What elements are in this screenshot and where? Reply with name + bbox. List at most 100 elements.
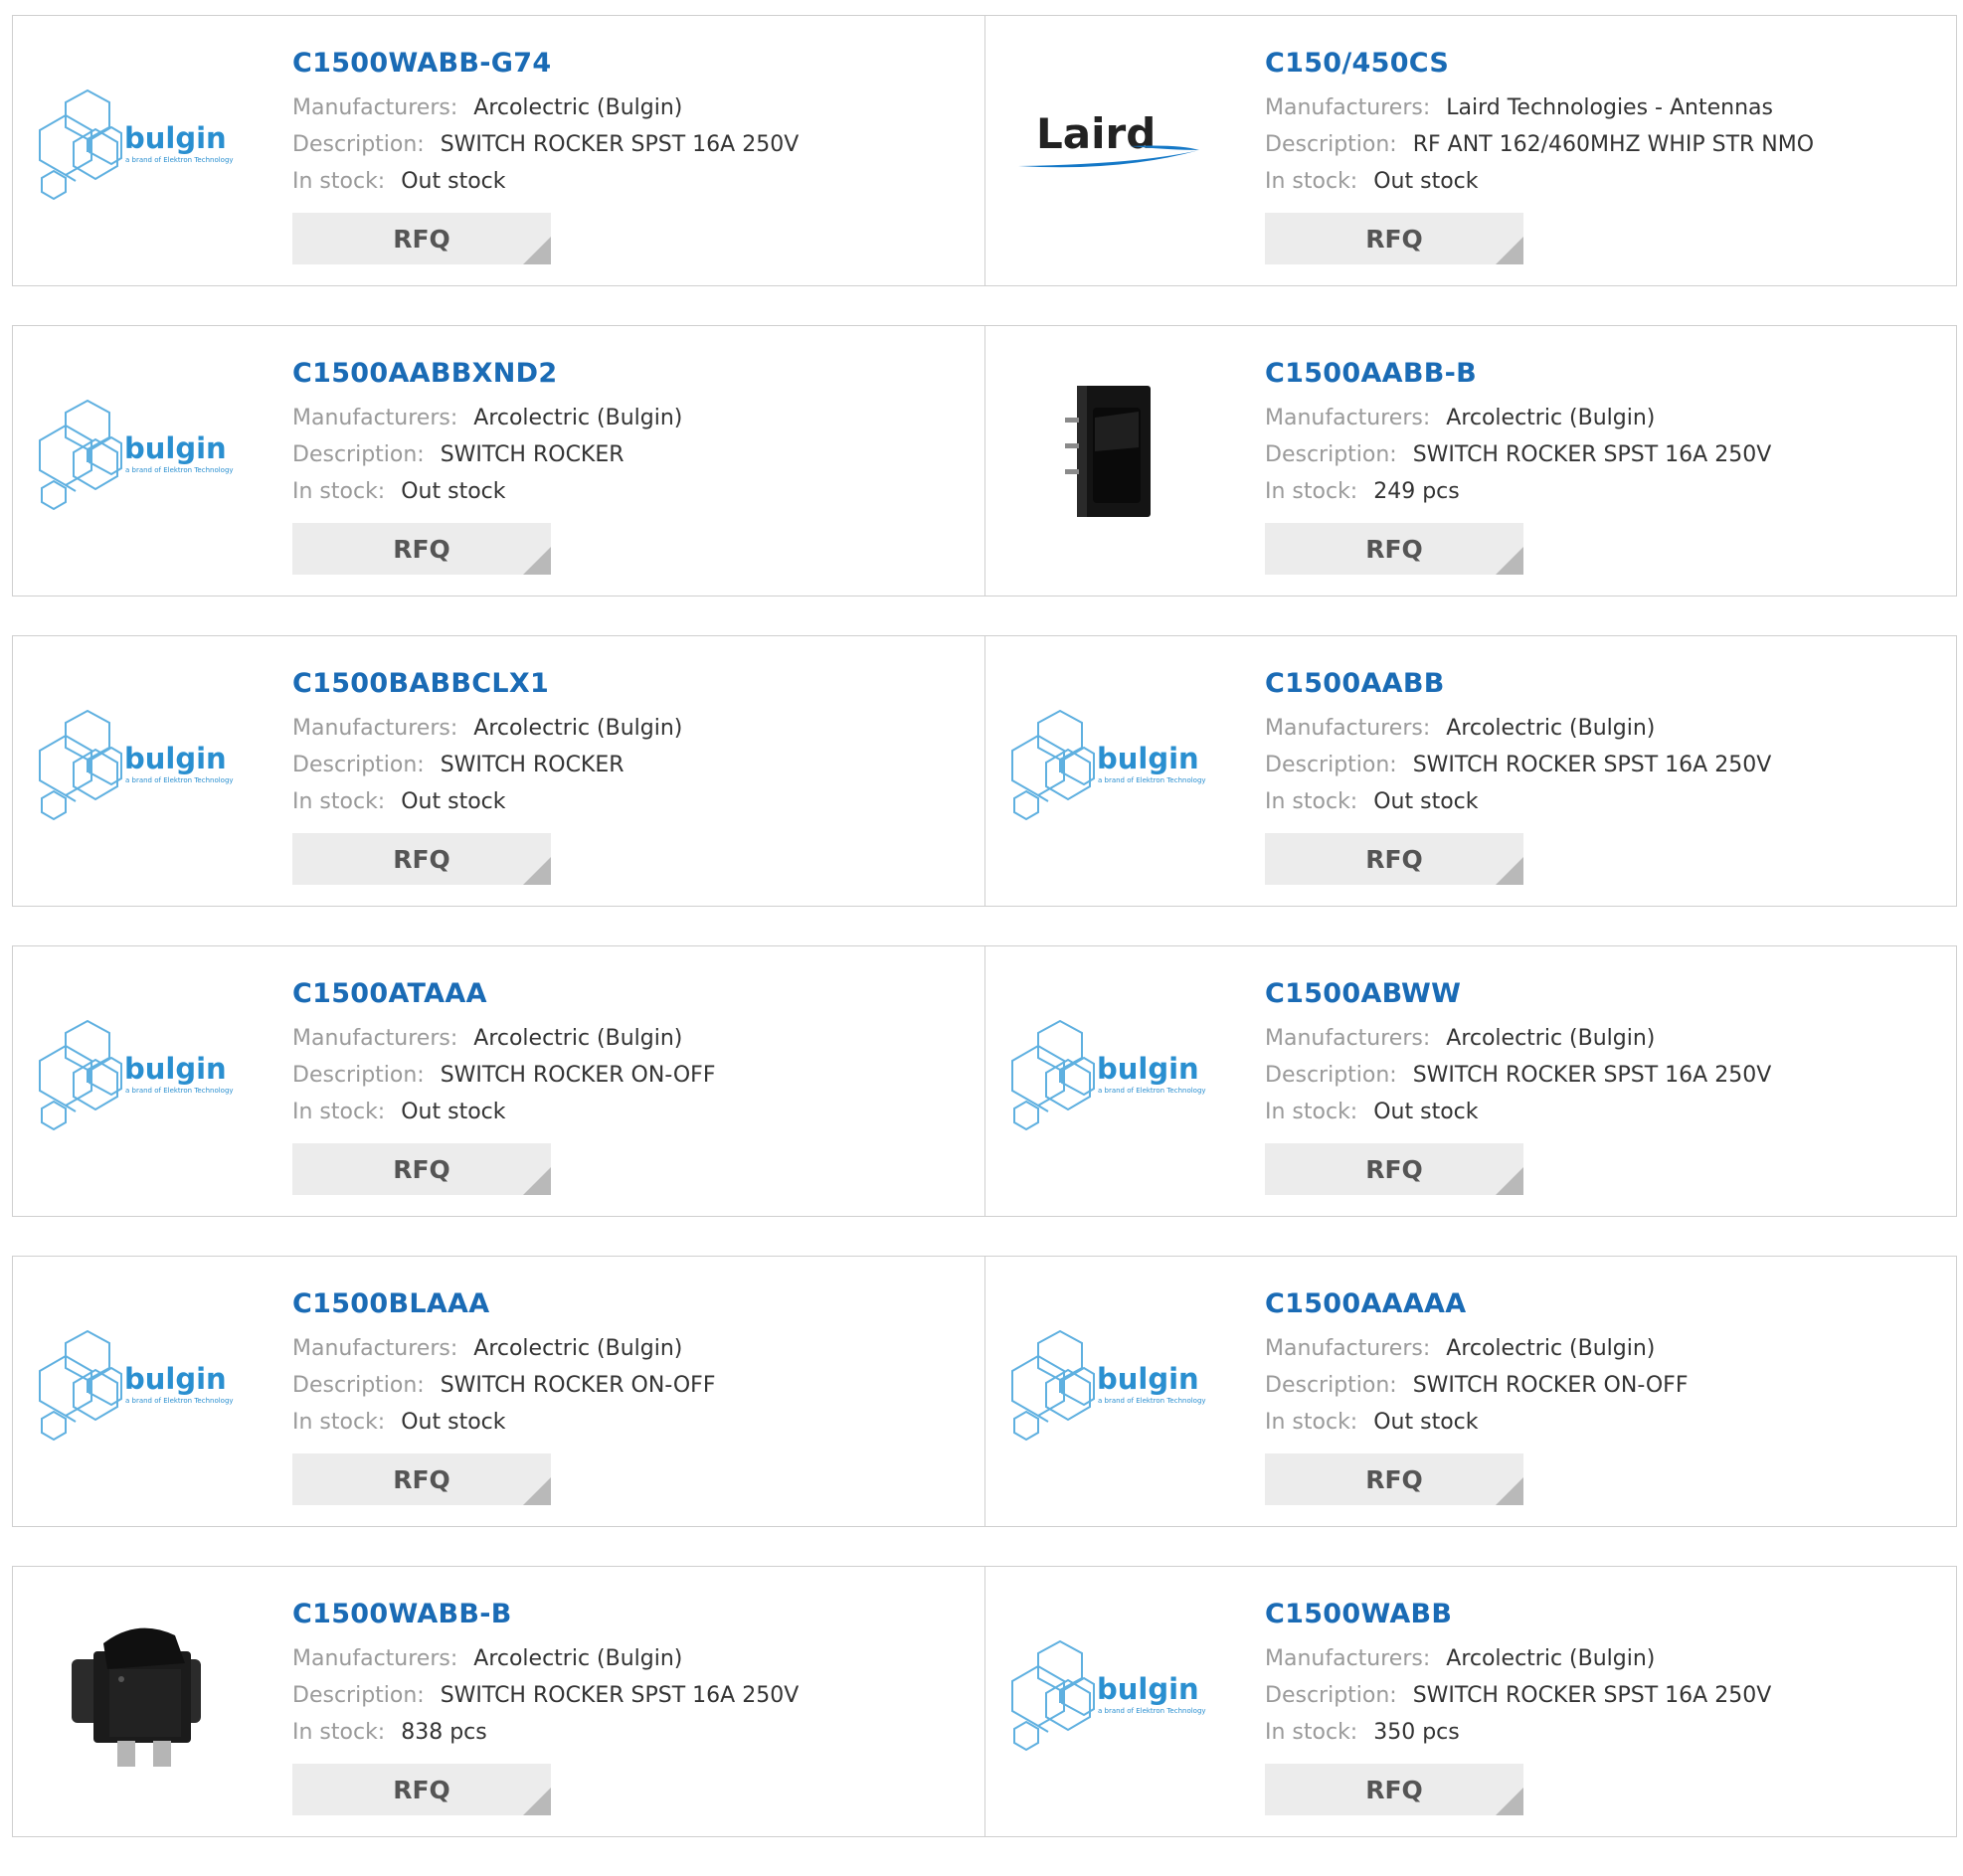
rfq-button[interactable]: RFQ: [292, 213, 551, 264]
stock-value: Out stock: [401, 479, 506, 504]
rfq-button[interactable]: RFQ: [292, 523, 551, 575]
manufacturer-value[interactable]: Arcolectric (Bulgin): [473, 1026, 682, 1051]
bulgin-wordmark: bulgin: [1097, 1052, 1199, 1086]
product-image[interactable]: Laird: [1005, 68, 1214, 217]
part-number-link[interactable]: C1500AABB-B: [1265, 356, 1946, 392]
manufacturer-value[interactable]: Laird Technologies - Antennas: [1446, 95, 1773, 120]
bulgin-wordmark: bulgin: [124, 121, 227, 155]
bulgin-tagline: a brand of Elektron Technology: [1098, 1087, 1206, 1095]
part-number-link[interactable]: C1500AABB: [1265, 666, 1946, 702]
description-line: Description: SWITCH ROCKER ON-OFF: [292, 1057, 975, 1094]
bulgin-logo: bulgin a brand of Elektron Technology: [38, 1019, 233, 1131]
manufacturer-value[interactable]: Arcolectric (Bulgin): [1446, 1646, 1655, 1671]
description-label: Description:: [1265, 132, 1397, 157]
part-number-link[interactable]: C1500ATAAA: [292, 976, 975, 1012]
product-card: bulgin a brand of Elektron Technology C1…: [13, 326, 984, 596]
stock-line: In stock: Out stock: [292, 473, 975, 510]
manufacturer-value[interactable]: Arcolectric (Bulgin): [473, 406, 682, 430]
product-info: C150/450CS Manufacturers: Laird Technolog…: [1265, 46, 1946, 264]
part-number-link[interactable]: C1500AABBXND2: [292, 356, 975, 392]
description-line: Description: SWITCH ROCKER SPST 16A 250V: [1265, 1057, 1946, 1094]
rfq-button[interactable]: RFQ: [1265, 213, 1523, 264]
product-image[interactable]: bulgin a brand of Elektron Technology: [33, 1308, 242, 1457]
rfq-button[interactable]: RFQ: [292, 1764, 551, 1815]
corner-triangle-icon: [523, 1167, 551, 1195]
bulgin-wordmark: bulgin: [124, 431, 227, 465]
rfq-button[interactable]: RFQ: [1265, 1764, 1523, 1815]
stock-line: In stock: Out stock: [1265, 783, 1946, 820]
rfq-button[interactable]: RFQ: [1265, 1453, 1523, 1505]
bulgin-logo: bulgin a brand of Elektron Technology: [1010, 1019, 1206, 1131]
product-image[interactable]: bulgin a brand of Elektron Technology: [33, 68, 242, 217]
product-row: bulgin a brand of Elektron Technology C1…: [12, 15, 1957, 286]
laird-wordmark: Laird: [1036, 109, 1156, 158]
part-number-link[interactable]: C1500ABWW: [1265, 976, 1946, 1012]
description-value: SWITCH ROCKER SPST 16A 250V: [1412, 442, 1772, 467]
description-value: SWITCH ROCKER: [440, 442, 625, 467]
product-image[interactable]: bulgin a brand of Elektron Technology: [33, 688, 242, 837]
rfq-button[interactable]: RFQ: [292, 833, 551, 885]
product-image[interactable]: bulgin a brand of Elektron Technology: [33, 998, 242, 1147]
rfq-label: RFQ: [1365, 1464, 1423, 1494]
rfq-button[interactable]: RFQ: [1265, 833, 1523, 885]
part-number-link[interactable]: C1500BABBCLX1: [292, 666, 975, 702]
product-card: C1500WABB-B Manufacturers: Arcolectric (B…: [13, 1567, 984, 1836]
product-image[interactable]: bulgin a brand of Elektron Technology: [33, 378, 242, 527]
rfq-label: RFQ: [393, 224, 450, 254]
rfq-button[interactable]: RFQ: [1265, 523, 1523, 575]
manufacturer-value[interactable]: Arcolectric (Bulgin): [473, 716, 682, 741]
description-label: Description:: [1265, 1063, 1397, 1088]
manufacturers-label: Manufacturers:: [1265, 95, 1431, 120]
product-row: bulgin a brand of Elektron Technology C1…: [12, 325, 1957, 597]
stock-value: Out stock: [1373, 1410, 1479, 1435]
rfq-label: RFQ: [1365, 1154, 1423, 1184]
product-image[interactable]: bulgin a brand of Elektron Technology: [1005, 1308, 1214, 1457]
rfq-button[interactable]: RFQ: [1265, 1143, 1523, 1195]
manufacturer-value[interactable]: Arcolectric (Bulgin): [1446, 716, 1655, 741]
rfq-label: RFQ: [393, 1775, 450, 1804]
manufacturer-line: Manufacturers: Arcolectric (Bulgin): [1265, 1020, 1946, 1057]
product-image[interactable]: bulgin a brand of Elektron Technology: [1005, 1619, 1214, 1768]
manufacturer-value[interactable]: Arcolectric (Bulgin): [1446, 1336, 1655, 1361]
stock-line: In stock: Out stock: [1265, 1404, 1946, 1441]
in-stock-label: In stock:: [292, 169, 386, 194]
bulgin-logo: bulgin a brand of Elektron Technology: [38, 709, 233, 821]
product-image[interactable]: [1005, 378, 1214, 527]
product-image[interactable]: [33, 1619, 242, 1768]
description-value: SWITCH ROCKER ON-OFF: [1412, 1373, 1689, 1398]
in-stock-label: In stock:: [292, 1410, 386, 1435]
product-card: bulgin a brand of Elektron Technology C1…: [984, 946, 1956, 1216]
manufacturer-value[interactable]: Arcolectric (Bulgin): [473, 1336, 682, 1361]
stock-value: Out stock: [401, 169, 506, 194]
description-value: SWITCH ROCKER SPST 16A 250V: [1412, 753, 1772, 777]
manufacturer-value[interactable]: Arcolectric (Bulgin): [1446, 406, 1655, 430]
manufacturer-line: Manufacturers: Arcolectric (Bulgin): [292, 710, 975, 747]
rfq-button[interactable]: RFQ: [292, 1453, 551, 1505]
product-image[interactable]: bulgin a brand of Elektron Technology: [1005, 998, 1214, 1147]
description-line: Description: SWITCH ROCKER SPST 16A 250V: [1265, 436, 1946, 473]
rfq-button[interactable]: RFQ: [292, 1143, 551, 1195]
manufacturer-value[interactable]: Arcolectric (Bulgin): [1446, 1026, 1655, 1051]
part-number-link[interactable]: C150/450CS: [1265, 46, 1946, 82]
part-number-link[interactable]: C1500WABB-G74: [292, 46, 975, 82]
part-number-link[interactable]: C1500WABB: [1265, 1597, 1946, 1632]
manufacturer-value[interactable]: Arcolectric (Bulgin): [473, 95, 682, 120]
stock-value: Out stock: [401, 1410, 506, 1435]
manufacturer-value[interactable]: Arcolectric (Bulgin): [473, 1646, 682, 1671]
bulgin-tagline: a brand of Elektron Technology: [125, 1397, 234, 1405]
description-label: Description:: [1265, 442, 1397, 467]
in-stock-label: In stock:: [292, 1720, 386, 1745]
manufacturers-label: Manufacturers:: [1265, 1646, 1431, 1671]
description-value: SWITCH ROCKER ON-OFF: [440, 1373, 716, 1398]
description-line: Description: SWITCH ROCKER SPST 16A 250V: [292, 1677, 975, 1714]
description-value: SWITCH ROCKER SPST 16A 250V: [440, 1683, 800, 1708]
product-card: bulgin a brand of Elektron Technology C1…: [984, 1567, 1956, 1836]
description-value: RF ANT 162/460MHZ WHIP STR NMO: [1412, 132, 1815, 157]
part-number-link[interactable]: C1500BLAAA: [292, 1286, 975, 1322]
description-value: SWITCH ROCKER SPST 16A 250V: [1412, 1063, 1772, 1088]
product-image[interactable]: bulgin a brand of Elektron Technology: [1005, 688, 1214, 837]
part-number-link[interactable]: C1500AAAAA: [1265, 1286, 1946, 1322]
corner-triangle-icon: [523, 857, 551, 885]
product-info: C1500WABB-G74 Manufacturers: Arcolectric …: [292, 46, 975, 264]
part-number-link[interactable]: C1500WABB-B: [292, 1597, 975, 1632]
